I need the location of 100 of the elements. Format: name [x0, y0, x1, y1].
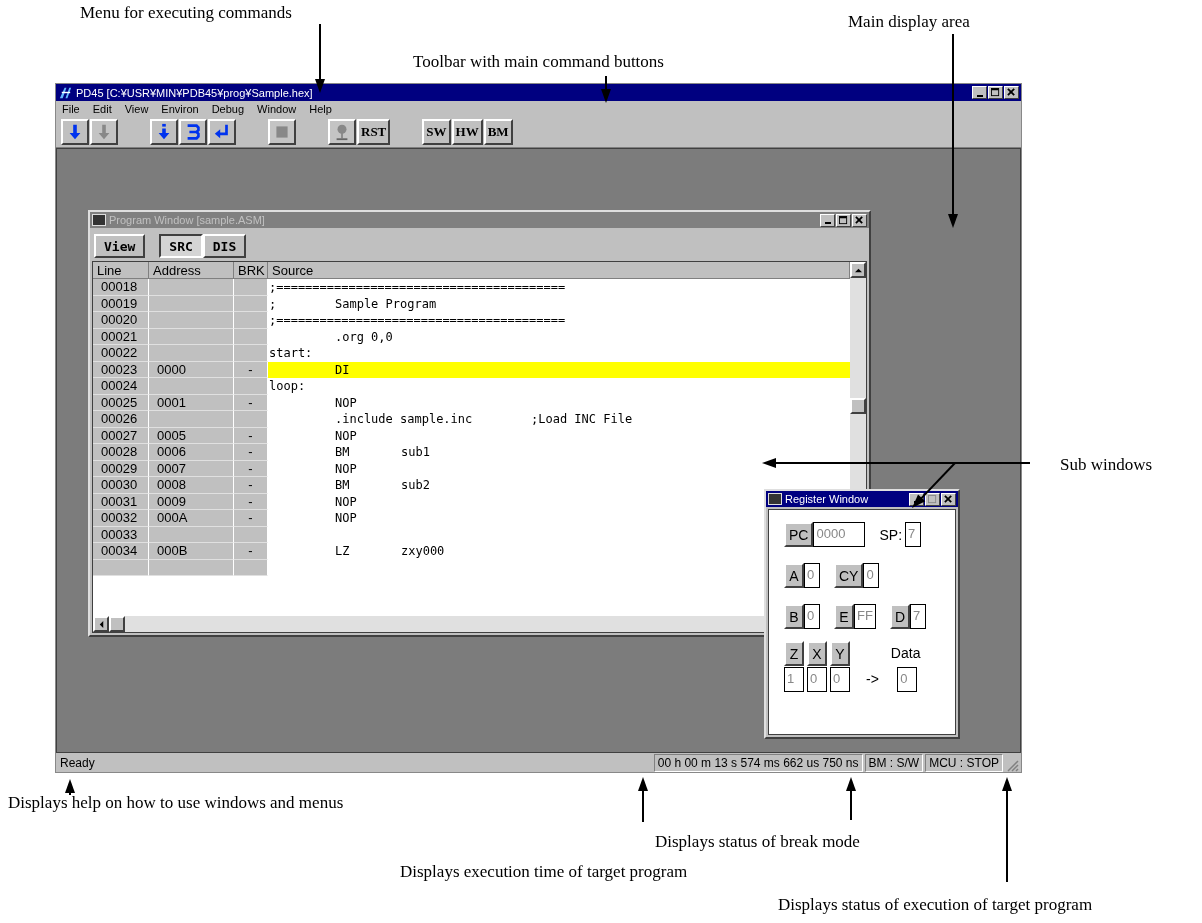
status-panel: BM : S/W: [864, 753, 924, 772]
break-cell: -: [234, 510, 268, 527]
close-button[interactable]: [852, 213, 867, 227]
view-button[interactable]: View: [94, 234, 146, 258]
toolbar-button[interactable]: BM: [483, 119, 513, 145]
break-cell: [234, 312, 268, 329]
register-button[interactable]: D: [889, 604, 910, 629]
close-button[interactable]: [941, 492, 956, 506]
callout-arrow: [315, 23, 325, 93]
source-line: NOP: [334, 427, 358, 444]
toolbar-button[interactable]: [61, 119, 89, 145]
toolbar-button[interactable]: [179, 119, 207, 145]
scroll-left-button[interactable]: [93, 616, 109, 632]
maximize-button[interactable]: [925, 492, 940, 506]
callout-arrow: [638, 777, 648, 823]
register-value-field[interactable]: 0: [804, 563, 820, 588]
window-icon: [92, 214, 106, 226]
register-button[interactable]: Y: [830, 641, 850, 666]
line-number: 00020: [93, 312, 149, 329]
break-cell: [234, 345, 268, 362]
callout-label: Displays help on how to use windows and menus: [8, 793, 344, 813]
register-value-field[interactable]: 7: [905, 522, 922, 547]
line-number: 00034: [93, 543, 149, 560]
toolbar-button[interactable]: [150, 119, 178, 145]
column-header: Line: [93, 262, 149, 279]
menu-item[interactable]: Window: [257, 103, 297, 115]
callout-label: Main display area: [848, 12, 970, 32]
minimize-icon: [976, 94, 983, 97]
menu-item[interactable]: Debug: [211, 103, 245, 115]
register-value-field[interactable]: 0: [863, 563, 880, 588]
register-value-field[interactable]: 0000: [813, 522, 866, 547]
callout-label: Toolbar with main command buttons: [413, 52, 664, 72]
source-line: .include sample.inc ;Load INC File: [334, 411, 633, 428]
register-value-field[interactable]: 0: [830, 667, 850, 692]
column-header: Source: [268, 262, 850, 279]
register-button[interactable]: A: [784, 563, 804, 588]
register-value-field[interactable]: 7: [910, 604, 926, 629]
source-line: NOP: [334, 510, 358, 527]
source-line: ;========================================: [268, 279, 567, 296]
source-line: LZ zxy000: [334, 543, 446, 560]
status-message: Ready: [59, 755, 96, 770]
source-line: NOP: [334, 394, 358, 411]
line-number: 00024: [93, 378, 149, 395]
register-button[interactable]: PC: [784, 522, 814, 547]
register-button[interactable]: B: [784, 604, 804, 629]
scroll-thumb[interactable]: [850, 398, 866, 414]
callout-label: Displays execution time of target program: [400, 862, 688, 882]
status-panel: 00 h 00 m 13 s 574 ms 662 us 750 ns: [653, 753, 863, 772]
up-arrow-icon: [854, 266, 862, 274]
register-value-field[interactable]: 0: [807, 667, 827, 692]
callout-label: Displays status of break mode: [655, 832, 860, 852]
window-icon: [768, 493, 782, 505]
scroll-thumb[interactable]: [109, 616, 125, 632]
toolbar-button[interactable]: HW: [451, 119, 483, 145]
menu-item[interactable]: View: [124, 103, 149, 115]
return-arrow-icon: [213, 123, 231, 141]
mode-tab[interactable]: DIS: [202, 234, 247, 258]
source-line: BM sub2: [334, 477, 431, 494]
mode-tab[interactable]: SRC: [159, 234, 203, 258]
register-value-field[interactable]: 1: [784, 667, 804, 692]
break-cell: -: [234, 444, 268, 461]
line-number: 00018: [93, 279, 149, 296]
register-label: SP:: [879, 526, 903, 543]
source-line: NOP: [334, 493, 358, 510]
register-button[interactable]: Z: [784, 641, 804, 666]
callout-arrow: [601, 75, 611, 103]
break-cell: -: [234, 477, 268, 494]
line-number: 00030: [93, 477, 149, 494]
toolbar-button[interactable]: [208, 119, 236, 145]
break-cell: [234, 279, 268, 296]
status-panel: MCU : STOP: [925, 753, 1003, 772]
register-button[interactable]: X: [807, 641, 827, 666]
toolbar-button[interactable]: SW: [422, 119, 451, 145]
scroll-up-button[interactable]: [850, 262, 866, 278]
minimize-button[interactable]: [820, 213, 835, 227]
source-line: NOP: [334, 460, 358, 477]
callout-label: Sub windows: [1060, 455, 1153, 475]
address-cell: 0008: [149, 477, 234, 494]
source-line: ;========================================: [268, 312, 567, 329]
maximize-button[interactable]: [988, 86, 1003, 99]
minimize-button[interactable]: [972, 86, 987, 99]
register-button[interactable]: CY: [834, 563, 864, 588]
data-value-field[interactable]: 0: [897, 667, 918, 692]
register-value-field[interactable]: 0: [804, 604, 820, 629]
menu-item[interactable]: Help: [309, 103, 332, 115]
close-button[interactable]: [1004, 86, 1019, 99]
callout-label: Displays status of execution of target program: [778, 895, 1093, 915]
address-cell: 0006: [149, 444, 234, 461]
menu-item[interactable]: File: [62, 103, 80, 115]
maximize-button[interactable]: [836, 213, 851, 227]
menu-item[interactable]: Edit: [92, 103, 112, 115]
window-title: PD45 [C:¥USR¥MIN¥PDB45¥prog¥Sample.hex]: [76, 86, 313, 99]
menu-item[interactable]: Environ: [161, 103, 199, 115]
column-header: Address: [149, 262, 234, 279]
callout-label: Menu for executing commands: [80, 3, 292, 23]
register-button[interactable]: E: [834, 604, 854, 629]
register-value-field[interactable]: FF: [854, 604, 876, 629]
source-line: .org 0,0: [334, 328, 394, 345]
toolbar-button[interactable]: RST: [357, 119, 391, 145]
break-cell: [234, 411, 268, 428]
